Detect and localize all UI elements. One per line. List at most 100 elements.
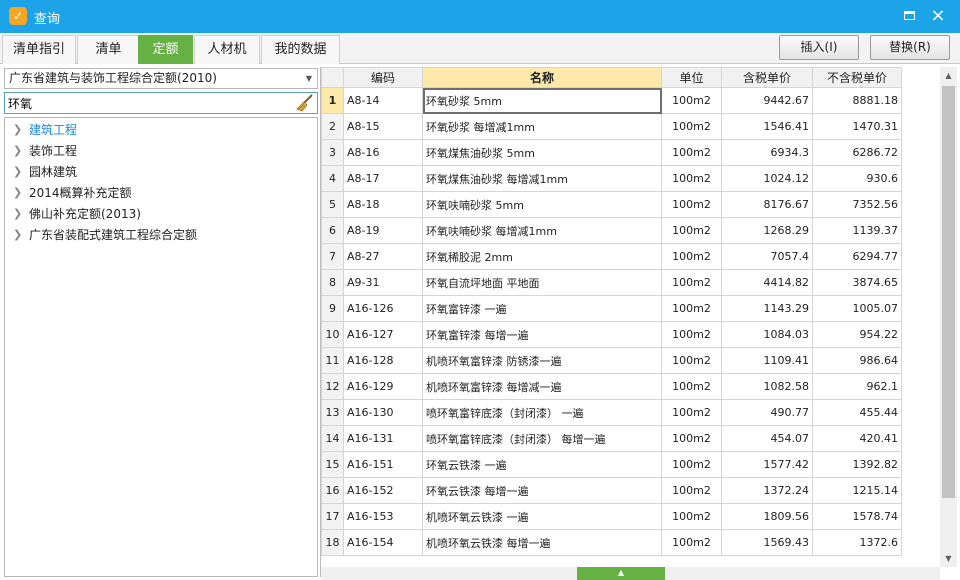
insert-button[interactable]: 插入(I)	[779, 35, 859, 60]
cell-name[interactable]: 喷环氧富锌底漆（封闭漆） 一遍	[422, 399, 662, 426]
table-row[interactable]: 11 A16-128 机喷环氧富锌漆 防锈漆一遍 100m2 1109.41 9…	[321, 347, 902, 374]
cell-unit[interactable]: 100m2	[661, 217, 722, 244]
scroll-down-arrow-icon[interactable]: ▼	[940, 550, 957, 567]
table-row[interactable]: 5 A8-18 环氧呋喃砂浆 5mm 100m2 8176.67 7352.56	[321, 191, 902, 218]
maximize-button[interactable]	[898, 6, 920, 26]
cell-unit[interactable]: 100m2	[661, 87, 722, 114]
header-name[interactable]: 名称	[422, 67, 662, 88]
cell-price-notax[interactable]: 986.64	[812, 347, 902, 374]
cell-code[interactable]: A16-151	[343, 451, 423, 478]
cell-price-notax[interactable]: 954.22	[812, 321, 902, 348]
table-row[interactable]: 4 A8-17 环氧煤焦油砂浆 每增减1mm 100m2 1024.12 930…	[321, 165, 902, 192]
cell-unit[interactable]: 100m2	[661, 347, 722, 374]
header-code[interactable]: 编码	[343, 67, 423, 88]
cell-unit[interactable]: 100m2	[661, 191, 722, 218]
cell-price-notax[interactable]: 420.41	[812, 425, 902, 452]
cell-price-notax[interactable]: 1372.6	[812, 529, 902, 556]
cell-price-notax[interactable]: 6286.72	[812, 139, 902, 166]
chevron-right-icon[interactable]: ❯	[13, 120, 22, 140]
cell-code[interactable]: A8-16	[343, 139, 423, 166]
cell-price-tax[interactable]: 1546.41	[721, 113, 813, 140]
tab-my-data[interactable]: 我的数据	[261, 35, 340, 64]
cell-price-tax[interactable]: 1268.29	[721, 217, 813, 244]
cell-code[interactable]: A9-31	[343, 269, 423, 296]
cell-unit[interactable]: 100m2	[661, 165, 722, 192]
cell-price-notax[interactable]: 455.44	[812, 399, 902, 426]
cell-price-tax[interactable]: 4414.82	[721, 269, 813, 296]
tab-labor-material[interactable]: 人材机	[194, 35, 260, 64]
cell-code[interactable]: A16-154	[343, 529, 423, 556]
tree-item-garden[interactable]: ❯ 园林建筑	[5, 162, 317, 182]
tree-item-prefab[interactable]: ❯ 广东省装配式建筑工程综合定额	[5, 225, 317, 245]
search-input[interactable]	[8, 95, 288, 111]
cell-name[interactable]: 环氧富锌漆 每增一遍	[422, 321, 662, 348]
cell-price-tax[interactable]: 1109.41	[721, 347, 813, 374]
cell-price-tax[interactable]: 7057.4	[721, 243, 813, 270]
cell-price-tax[interactable]: 490.77	[721, 399, 813, 426]
cell-unit[interactable]: 100m2	[661, 321, 722, 348]
cell-name[interactable]: 环氧呋喃砂浆 每增减1mm	[422, 217, 662, 244]
scrollbar-thumb[interactable]	[942, 86, 955, 498]
cell-code[interactable]: A16-127	[343, 321, 423, 348]
cell-name[interactable]: 环氧自流坪地面 平地面	[422, 269, 662, 296]
table-row[interactable]: 12 A16-129 机喷环氧富锌漆 每增减一遍 100m2 1082.58 9…	[321, 373, 902, 400]
table-row[interactable]: 7 A8-27 环氧稀胶泥 2mm 100m2 7057.4 6294.77	[321, 243, 902, 270]
cell-unit[interactable]: 100m2	[661, 113, 722, 140]
cell-price-tax[interactable]: 1082.58	[721, 373, 813, 400]
table-row[interactable]: 6 A8-19 环氧呋喃砂浆 每增减1mm 100m2 1268.29 1139…	[321, 217, 902, 244]
cell-code[interactable]: A16-152	[343, 477, 423, 504]
cell-unit[interactable]: 100m2	[661, 529, 722, 556]
table-row[interactable]: 16 A16-152 环氧云铁漆 每增一遍 100m2 1372.24 1215…	[321, 477, 902, 504]
chevron-right-icon[interactable]: ❯	[13, 141, 22, 161]
cell-name[interactable]: 环氧煤焦油砂浆 5mm	[422, 139, 662, 166]
cell-name[interactable]: 环氧砂浆 5mm	[422, 87, 662, 114]
cell-name[interactable]: 环氧呋喃砂浆 5mm	[422, 191, 662, 218]
table-row[interactable]: 3 A8-16 环氧煤焦油砂浆 5mm 100m2 6934.3 6286.72	[321, 139, 902, 166]
table-row[interactable]: 15 A16-151 环氧云铁漆 一遍 100m2 1577.42 1392.8…	[321, 451, 902, 478]
cell-code[interactable]: A8-19	[343, 217, 423, 244]
cell-code[interactable]: A16-153	[343, 503, 423, 530]
tree-item-building[interactable]: ❯ 建筑工程	[5, 120, 317, 140]
table-row[interactable]: 9 A16-126 环氧富锌漆 一遍 100m2 1143.29 1005.07	[321, 295, 902, 322]
scroll-up-arrow-icon[interactable]: ▲	[940, 67, 957, 84]
cell-price-notax[interactable]: 6294.77	[812, 243, 902, 270]
cell-name[interactable]: 环氧煤焦油砂浆 每增减1mm	[422, 165, 662, 192]
collapse-handle[interactable]: ▲	[577, 567, 665, 580]
cell-price-notax[interactable]: 1578.74	[812, 503, 902, 530]
table-row[interactable]: 17 A16-153 机喷环氧云铁漆 一遍 100m2 1809.56 1578…	[321, 503, 902, 530]
cell-name[interactable]: 环氧云铁漆 每增一遍	[422, 477, 662, 504]
cell-price-tax[interactable]: 1084.03	[721, 321, 813, 348]
cell-price-tax[interactable]: 454.07	[721, 425, 813, 452]
cell-code[interactable]: A16-128	[343, 347, 423, 374]
cell-code[interactable]: A8-18	[343, 191, 423, 218]
tab-bill-guide[interactable]: 清单指引	[2, 35, 76, 64]
cell-name[interactable]: 机喷环氧云铁漆 一遍	[422, 503, 662, 530]
cell-code[interactable]: A16-131	[343, 425, 423, 452]
tree-item-2014-supplement[interactable]: ❯ 2014概算补充定额	[5, 183, 317, 203]
table-row[interactable]: 2 A8-15 环氧砂浆 每增减1mm 100m2 1546.41 1470.3…	[321, 113, 902, 140]
tree-item-foshan-supplement[interactable]: ❯ 佛山补充定额(2013)	[5, 204, 317, 224]
cell-price-tax[interactable]: 6934.3	[721, 139, 813, 166]
vertical-scrollbar[interactable]: ▲ ▼	[940, 67, 957, 567]
table-row[interactable]: 18 A16-154 机喷环氧云铁漆 每增一遍 100m2 1569.43 13…	[321, 529, 902, 556]
tab-bill[interactable]: 清单	[77, 35, 140, 64]
cell-unit[interactable]: 100m2	[661, 139, 722, 166]
cell-price-notax[interactable]: 1005.07	[812, 295, 902, 322]
cell-unit[interactable]: 100m2	[661, 269, 722, 296]
cell-price-notax[interactable]: 1215.14	[812, 477, 902, 504]
cell-name[interactable]: 机喷环氧云铁漆 每增一遍	[422, 529, 662, 556]
table-row[interactable]: 1 A8-14 环氧砂浆 5mm 100m2 9442.67 8881.18	[321, 87, 902, 114]
cell-price-notax[interactable]: 962.1	[812, 373, 902, 400]
cell-price-tax[interactable]: 1577.42	[721, 451, 813, 478]
cell-name[interactable]: 机喷环氧富锌漆 防锈漆一遍	[422, 347, 662, 374]
cell-price-notax[interactable]: 1392.82	[812, 451, 902, 478]
chevron-right-icon[interactable]: ❯	[13, 162, 22, 182]
quota-library-select[interactable]: 广东省建筑与装饰工程综合定额(2010) ▼	[4, 68, 318, 89]
cell-code[interactable]: A16-126	[343, 295, 423, 322]
cell-name[interactable]: 环氧富锌漆 一遍	[422, 295, 662, 322]
cell-price-tax[interactable]: 1143.29	[721, 295, 813, 322]
cell-name[interactable]: 环氧砂浆 每增减1mm	[422, 113, 662, 140]
cell-price-notax[interactable]: 1470.31	[812, 113, 902, 140]
table-row[interactable]: 13 A16-130 喷环氧富锌底漆（封闭漆） 一遍 100m2 490.77 …	[321, 399, 902, 426]
cell-price-notax[interactable]: 7352.56	[812, 191, 902, 218]
